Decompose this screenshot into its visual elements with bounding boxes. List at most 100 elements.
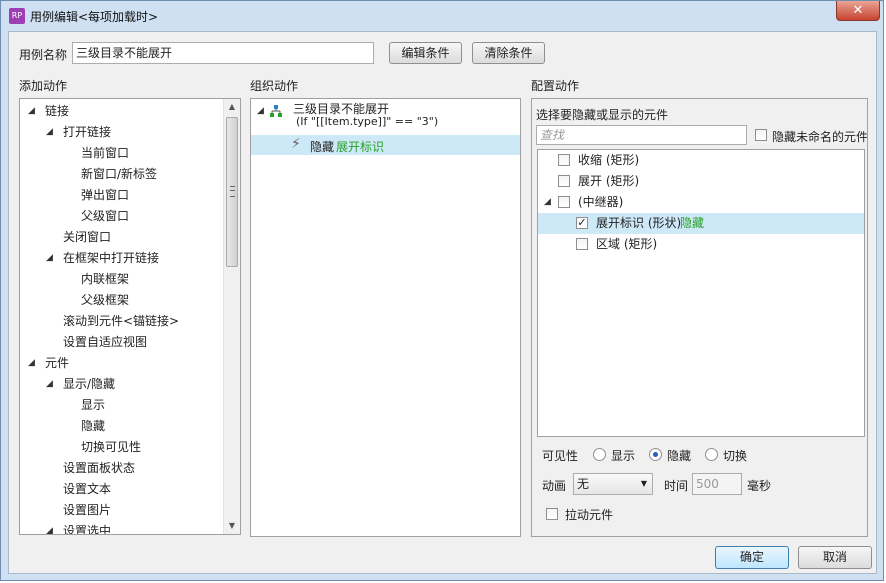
time-label: 时间 <box>664 479 689 493</box>
action-tree-item[interactable]: 滚动到元件<锚链接> <box>20 311 224 332</box>
organize-actions-title: 组织动作 <box>250 79 299 93</box>
expand-triangle-icon[interactable]: ◢ <box>28 101 35 122</box>
widget-list-item[interactable]: 展开 (矩形) <box>538 171 864 192</box>
clear-condition-button[interactable]: 清除条件 <box>472 42 545 64</box>
pull-widgets-label: 拉动元件 <box>565 508 614 522</box>
action-tree-item-label: 设置图片 <box>63 503 112 517</box>
action-tree-item[interactable]: 切换可见性 <box>20 437 224 458</box>
dialog-body: 用例名称 三级目录不能展开 编辑条件 清除条件 添加动作 组织动作 配置动作 ◢… <box>8 31 877 574</box>
widget-checkbox[interactable] <box>558 175 570 187</box>
action-tree-item[interactable]: 父级框架 <box>20 290 224 311</box>
expand-triangle-icon[interactable]: ◢ <box>46 374 53 395</box>
visibility-label: 可见性 <box>542 449 579 463</box>
add-actions-title: 添加动作 <box>19 79 68 93</box>
widget-status: 隐藏 <box>680 216 705 230</box>
action-tree-item-label: 链接 <box>45 104 70 118</box>
widget-checkbox[interactable] <box>558 196 570 208</box>
time-unit: 毫秒 <box>747 479 772 493</box>
edit-condition-button[interactable]: 编辑条件 <box>389 42 462 64</box>
widget-list-item[interactable]: ✓ 展开标识 (形状) 隐藏 <box>538 213 864 234</box>
widget-label: (中继器) <box>578 195 624 209</box>
widget-checkbox[interactable]: ✓ <box>576 217 588 229</box>
action-tree-item-label: 在框架中打开链接 <box>63 251 160 265</box>
widget-checkbox[interactable] <box>576 238 588 250</box>
hide-unnamed-checkbox[interactable] <box>755 129 767 141</box>
action-tree-item[interactable]: 内联框架 <box>20 269 224 290</box>
visibility-toggle-label: 切换 <box>723 449 748 463</box>
scroll-thumb[interactable] <box>226 117 238 267</box>
app-icon: RP <box>9 8 25 24</box>
action-tree-item-label: 关闭窗口 <box>63 230 112 244</box>
action-tree-item-label: 新窗口/新标签 <box>81 167 158 181</box>
action-tree-item-label: 显示 <box>81 398 106 412</box>
action-node-hide[interactable]: ⚡ 隐藏 展开标识 <box>251 135 520 155</box>
action-tree-item[interactable]: ◢ 显示/隐藏 <box>20 374 224 395</box>
widget-list[interactable]: 收缩 (矩形) 展开 (矩形) ◢ (中继器) ✓ 展开标识 (形状) 隐藏区域 (矩形) <box>537 149 865 437</box>
add-actions-tree[interactable]: ◢ 链接 ◢ 打开链接当前窗口新窗口/新标签 弹出窗口父级窗口关闭窗口 ◢ 在框架中打开链接… <box>19 98 241 535</box>
case-tree-icon <box>270 105 282 117</box>
action-tree-item[interactable]: 新窗口/新标签 <box>20 164 224 185</box>
expand-triangle-icon[interactable]: ◢ <box>257 101 264 122</box>
widget-label: 区域 (矩形) <box>596 237 658 251</box>
expand-triangle-icon[interactable]: ◢ <box>46 521 53 534</box>
visibility-toggle-radio[interactable] <box>705 448 718 461</box>
expand-triangle-icon[interactable]: ◢ <box>46 122 53 143</box>
action-tree-item[interactable]: ◢ 设置选中 <box>20 521 224 535</box>
animation-select[interactable]: 无 ▼ <box>573 473 653 495</box>
add-actions-scrollbar[interactable]: ▲ ▼ <box>223 99 240 534</box>
pull-widgets-checkbox[interactable] <box>546 508 558 520</box>
expand-triangle-icon[interactable]: ◢ <box>28 353 35 374</box>
configure-actions-panel: 选择要隐藏或显示的元件 查找 隐藏未命名的元件 收缩 (矩形) 展开 (矩形) ◢ (… <box>531 98 868 537</box>
case-name-input[interactable]: 三级目录不能展开 <box>72 42 374 64</box>
dropdown-arrow-icon: ▼ <box>640 479 647 488</box>
organize-actions-tree[interactable]: ◢ 三级目录不能展开 (If "[[Item.type]]" == "3") ⚡… <box>250 98 521 537</box>
widget-list-item[interactable]: ◢ (中继器) <box>538 192 864 213</box>
widget-search-input[interactable]: 查找 <box>536 125 747 145</box>
action-tree-item-label: 隐藏 <box>81 419 106 433</box>
action-tree-item[interactable]: 当前窗口 <box>20 143 224 164</box>
action-tree-item[interactable]: 弹出窗口 <box>20 185 224 206</box>
widget-label: 展开标识 (形状) <box>596 216 682 230</box>
action-tree-item[interactable]: 显示 <box>20 395 224 416</box>
action-tree-item[interactable]: 设置面板状态 <box>20 458 224 479</box>
grip-icon <box>230 186 235 197</box>
action-tree-item-label: 打开链接 <box>63 125 112 139</box>
visibility-hide-radio[interactable] <box>649 448 662 461</box>
action-tree-item-label: 设置文本 <box>63 482 112 496</box>
action-tree-item[interactable]: 隐藏 <box>20 416 224 437</box>
cancel-button[interactable]: 取消 <box>798 546 872 569</box>
title-bar[interactable]: RP 用例编辑<每项加载时> ✕ <box>1 1 885 31</box>
hide-unnamed-label: 隐藏未命名的元件 <box>772 130 868 144</box>
action-tree-item-label: 弹出窗口 <box>81 188 130 202</box>
ok-button[interactable]: 确定 <box>715 546 789 569</box>
expand-triangle-icon[interactable]: ◢ <box>544 192 551 213</box>
animation-value: 无 <box>577 477 590 491</box>
action-tree-item[interactable]: 关闭窗口 <box>20 227 224 248</box>
action-tree-item-label: 设置选中 <box>63 524 112 535</box>
action-tree-item[interactable]: 设置自适应视图 <box>20 332 224 353</box>
scroll-up-icon[interactable]: ▲ <box>224 99 240 115</box>
case-node[interactable]: ◢ 三级目录不能展开 (If "[[Item.type]]" == "3") <box>251 101 520 128</box>
case-name-label: 用例名称 <box>19 48 68 62</box>
widget-checkbox[interactable] <box>558 154 570 166</box>
widget-list-item[interactable]: 区域 (矩形) <box>538 234 864 255</box>
action-tree-item[interactable]: ◢ 在框架中打开链接 <box>20 248 224 269</box>
action-tree-item[interactable]: 设置图片 <box>20 500 224 521</box>
action-tree-item[interactable]: ◢ 打开链接 <box>20 122 224 143</box>
close-button[interactable]: ✕ <box>836 1 880 21</box>
action-tree-item[interactable]: 父级窗口 <box>20 206 224 227</box>
action-target: 展开标识 <box>336 140 385 154</box>
action-tree-item[interactable]: ◢ 元件 <box>20 353 224 374</box>
visibility-hide-label: 隐藏 <box>667 449 692 463</box>
action-tree-item-label: 内联框架 <box>81 272 130 286</box>
action-tree-item-label: 显示/隐藏 <box>63 377 116 391</box>
window-title: 用例编辑<每项加载时> <box>30 10 159 24</box>
scroll-down-icon[interactable]: ▼ <box>224 518 240 534</box>
action-tree-item[interactable]: 设置文本 <box>20 479 224 500</box>
expand-triangle-icon[interactable]: ◢ <box>46 248 53 269</box>
widget-label: 展开 (矩形) <box>578 174 640 188</box>
visibility-show-radio[interactable] <box>593 448 606 461</box>
time-input[interactable]: 500 <box>692 473 742 495</box>
widget-list-item[interactable]: 收缩 (矩形) <box>538 150 864 171</box>
action-tree-item[interactable]: ◢ 链接 <box>20 101 224 122</box>
